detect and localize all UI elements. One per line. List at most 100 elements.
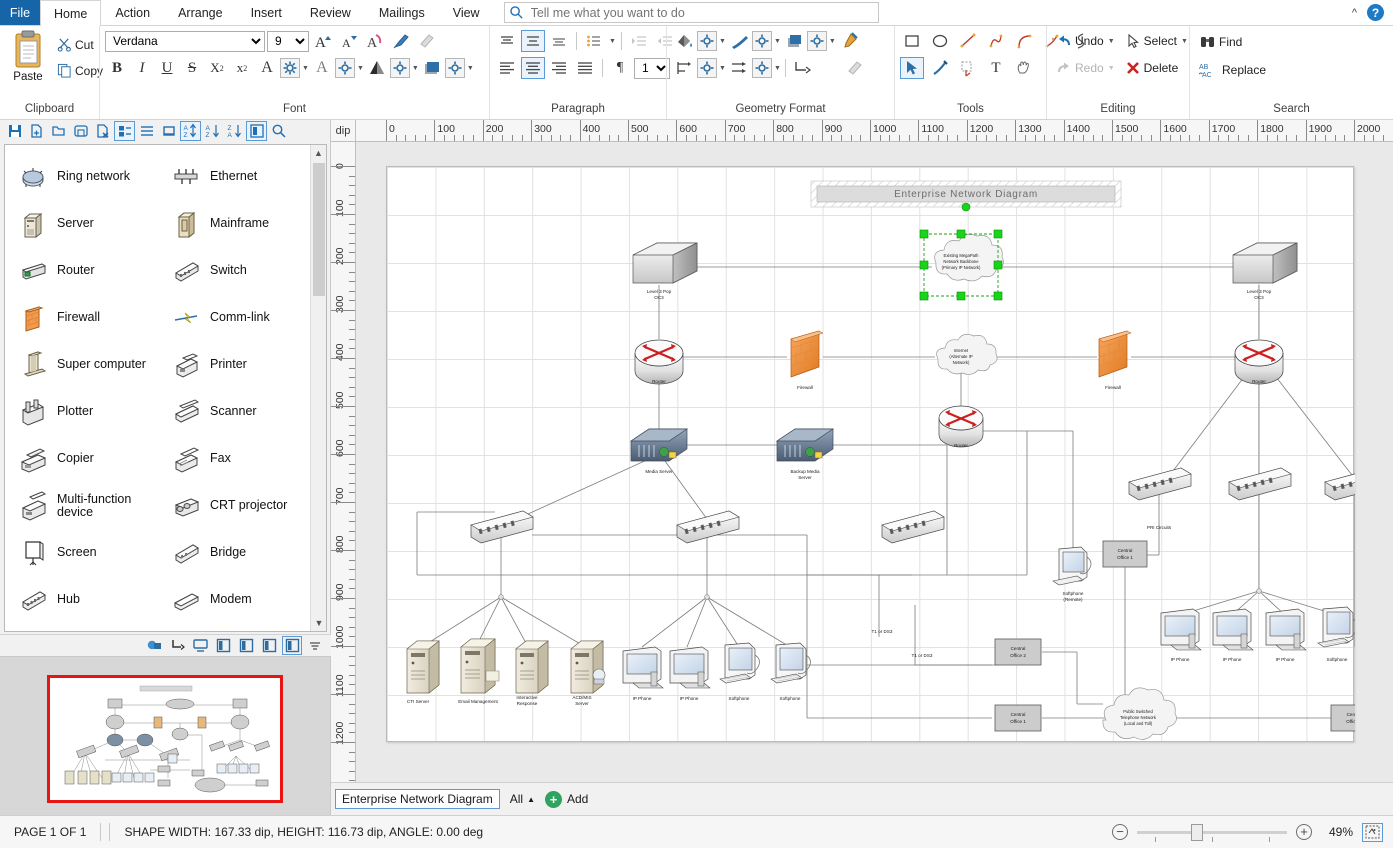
node-softphone-1[interactable]: Softphone	[720, 643, 760, 701]
align-right-button[interactable]	[547, 57, 571, 79]
ellipse-tool-button[interactable]	[928, 30, 952, 52]
node-softphone-2[interactable]: Softphone	[771, 643, 811, 701]
shadow-dropdown-icon[interactable]: ▼	[828, 38, 836, 45]
shape-item-scanner[interactable]: Scanner	[158, 388, 311, 435]
tab-action[interactable]: Action	[101, 0, 164, 25]
shape-item-router[interactable]: Router	[5, 247, 158, 294]
save-stencil-icon[interactable]	[4, 121, 25, 141]
rectangle-tool-button[interactable]	[900, 30, 924, 52]
font-size-select[interactable]: 89101112	[267, 31, 309, 52]
shape-item-super-computer[interactable]: Super computer	[5, 341, 158, 388]
shapes-icon[interactable]	[144, 636, 164, 655]
align-center-button[interactable]	[521, 57, 545, 79]
node-central-office-1-bottom[interactable]: Central Office 1	[995, 705, 1041, 731]
shapes-list-scrollbar[interactable]: ▲ ▼	[310, 145, 326, 631]
shadow-button[interactable]	[782, 30, 806, 52]
line-spacing-select[interactable]: 123	[634, 58, 670, 79]
chevron-up-icon[interactable]: ^	[1352, 7, 1357, 19]
node-switch-2[interactable]	[677, 511, 739, 543]
connector-icon[interactable]	[167, 636, 187, 655]
shadow-options-icon[interactable]	[807, 31, 827, 51]
node-interactive-response-server[interactable]: Interactive Response	[516, 641, 548, 706]
connector-style-button[interactable]	[790, 57, 814, 79]
show-formatting-marks-button[interactable]: ¶	[608, 57, 632, 79]
rotation-handle[interactable]	[962, 203, 970, 211]
replace-button[interactable]: ABAC Replace	[1195, 58, 1270, 81]
strikethrough-button[interactable]: S	[180, 57, 204, 79]
drawing-page[interactable]: Enterprise Network Diagram Level 3 Pop O…	[386, 166, 1354, 742]
node-ip-phone-5[interactable]: IP Phone	[1266, 609, 1306, 662]
open-stencil-icon[interactable]	[48, 121, 69, 141]
zoom-slider-thumb[interactable]	[1191, 824, 1203, 841]
shrink-font-button[interactable]: A	[337, 30, 361, 52]
tab-mailings[interactable]: Mailings	[365, 0, 439, 25]
select-dropdown-icon[interactable]: ▼	[1180, 38, 1188, 45]
node-ip-phone-2[interactable]: IP Phone	[670, 647, 710, 701]
scroll-up-icon[interactable]: ▲	[311, 145, 326, 161]
node-softphone-3[interactable]: Softphone	[1318, 607, 1355, 662]
fill-options-icon[interactable]	[697, 31, 717, 51]
sort-custom-icon[interactable]: AZ	[180, 121, 201, 141]
redo-dropdown-icon[interactable]: ▼	[1107, 65, 1115, 72]
icons-only-view-icon[interactable]	[158, 121, 179, 141]
node-firewall-right[interactable]: Firewall	[1099, 331, 1131, 390]
freeform-tool-button[interactable]	[984, 30, 1008, 52]
shape-item-hub[interactable]: Hub	[5, 576, 158, 623]
node-switch-1[interactable]	[471, 511, 533, 543]
save-as-icon[interactable]	[70, 121, 91, 141]
justify-button[interactable]	[573, 57, 597, 79]
tab-view[interactable]: View	[439, 0, 494, 25]
delete-button[interactable]: Delete	[1121, 57, 1183, 79]
subscript-button[interactable]: X2	[205, 57, 229, 79]
node-level3-pop-right[interactable]: Level 3 Pop OC3	[1233, 243, 1297, 300]
shape-item-screen[interactable]: Screen	[5, 529, 158, 576]
format-painter-button[interactable]	[389, 30, 413, 52]
node-level3-pop-left[interactable]: Level 3 Pop OC3	[633, 243, 697, 300]
shape-item-comm-link[interactable]: Comm-link	[158, 294, 311, 341]
shape-item-modem[interactable]: Modem	[158, 576, 311, 623]
increase-indent-button[interactable]	[627, 30, 651, 52]
paste-button[interactable]: Paste	[5, 30, 51, 83]
shape-item-mainframe[interactable]: Mainframe	[158, 200, 311, 247]
node-acd-mis-server[interactable]: ACD/MIS Server	[571, 641, 605, 706]
node-router-left[interactable]: Router	[635, 340, 683, 384]
node-backup-media-server[interactable]: Backup Media Server	[777, 429, 833, 480]
text-fill-options-icon[interactable]	[445, 58, 465, 78]
line-begin-button[interactable]	[672, 57, 696, 79]
tell-me-box[interactable]	[504, 2, 879, 23]
zoom-slider[interactable]	[1137, 822, 1287, 842]
node-switch-5[interactable]	[1229, 468, 1291, 500]
redo-button[interactable]: Redo ▼	[1052, 57, 1119, 79]
find-button[interactable]: Find	[1195, 30, 1246, 53]
shape-item-fax[interactable]: Fax	[158, 435, 311, 482]
names-only-view-icon[interactable]	[136, 121, 157, 141]
line-begin-dropdown-icon[interactable]: ▼	[718, 65, 726, 72]
node-media-server[interactable]: Media Server	[631, 429, 687, 474]
line-color-button[interactable]	[727, 30, 751, 52]
delete-stencil-icon[interactable]	[92, 121, 113, 141]
more-panes-icon[interactable]	[305, 636, 325, 655]
text-highlight-options-icon[interactable]	[390, 58, 410, 78]
diagram-title-shape[interactable]: Enterprise Network Diagram	[811, 181, 1121, 211]
clear-formatting-button[interactable]: A	[363, 30, 387, 52]
node-internet-cloud[interactable]: Internet (Alternate IP Network)	[937, 334, 998, 374]
vertical-ruler[interactable]: 0100200300400500600700800900100011001200	[331, 142, 356, 782]
help-question-icon[interactable]: ?	[1367, 4, 1384, 21]
align-top-button[interactable]	[495, 30, 519, 52]
page-thumbnail-frame[interactable]	[47, 675, 283, 803]
new-stencil-icon[interactable]	[26, 121, 47, 141]
pointer-tool-button[interactable]	[900, 57, 924, 79]
find-shape-icon[interactable]	[268, 121, 289, 141]
tell-me-input[interactable]	[529, 5, 869, 21]
node-ip-phone-3[interactable]: IP Phone	[1161, 609, 1201, 662]
line-options-icon[interactable]	[752, 31, 772, 51]
align-bottom-button[interactable]	[547, 30, 571, 52]
zoom-in-icon[interactable]: +	[1296, 824, 1312, 840]
shape-item-crt-projector[interactable]: CRT projector	[158, 482, 311, 529]
line-end-button[interactable]	[727, 57, 751, 79]
text-fill-button[interactable]	[420, 57, 444, 79]
shape-item-printer[interactable]: Printer	[158, 341, 311, 388]
text-shadow-button[interactable]: A	[310, 57, 334, 79]
fill-color-button[interactable]	[672, 30, 696, 52]
grow-font-button[interactable]: A	[311, 30, 335, 52]
